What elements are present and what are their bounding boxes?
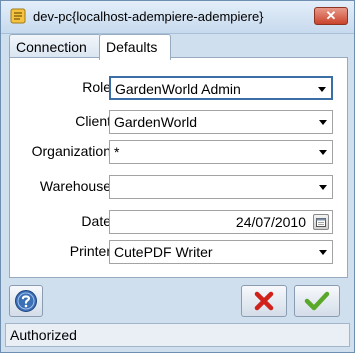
organization-label: Organization xyxy=(31,143,111,159)
status-bar: Authorized xyxy=(5,323,350,347)
date-label: Date xyxy=(81,213,111,229)
client-row: Client GardenWorld xyxy=(10,110,347,134)
app-icon xyxy=(10,8,26,24)
button-bar xyxy=(9,285,348,319)
printer-value: CutePDF Writer xyxy=(114,244,213,260)
chevron-down-icon xyxy=(319,120,327,125)
defaults-panel: Role GardenWorld Admin Client GardenWorl… xyxy=(9,57,348,278)
role-value: GardenWorld Admin xyxy=(115,81,241,97)
ok-button[interactable] xyxy=(294,285,340,317)
chevron-down-icon xyxy=(318,87,326,92)
organization-value: * xyxy=(114,144,120,160)
title-bar[interactable]: dev-pc{localhost-adempiere-adempiere} ✕ xyxy=(1,1,354,34)
chevron-down-icon xyxy=(319,185,327,190)
status-text: Authorized xyxy=(10,327,77,343)
window-title: dev-pc{localhost-adempiere-adempiere} xyxy=(33,9,264,24)
client-select[interactable]: GardenWorld xyxy=(109,110,333,134)
calendar-icon xyxy=(316,218,326,227)
ok-checkmark-icon xyxy=(304,291,330,311)
close-icon: ✕ xyxy=(325,8,337,23)
date-field[interactable]: 24/07/2010 xyxy=(109,210,333,234)
calendar-button[interactable] xyxy=(313,214,329,230)
chevron-down-icon xyxy=(319,250,327,255)
help-button[interactable] xyxy=(9,285,43,317)
warehouse-row: Warehouse xyxy=(10,175,347,199)
printer-row: Printer CutePDF Writer xyxy=(10,240,347,264)
printer-select[interactable]: CutePDF Writer xyxy=(109,240,333,264)
cancel-button[interactable] xyxy=(241,285,287,317)
cancel-x-icon xyxy=(254,291,274,311)
client-label: Client xyxy=(75,113,111,129)
login-dialog: dev-pc{localhost-adempiere-adempiere} ✕ … xyxy=(0,0,355,353)
printer-label: Printer xyxy=(69,243,111,259)
date-row: Date 24/07/2010 xyxy=(10,210,347,234)
role-row: Role GardenWorld Admin xyxy=(10,76,347,100)
close-button[interactable]: ✕ xyxy=(314,7,348,25)
tab-connection[interactable]: Connection xyxy=(9,34,101,58)
client-value: GardenWorld xyxy=(114,114,198,130)
tab-defaults[interactable]: Defaults xyxy=(99,34,171,60)
help-icon xyxy=(15,290,37,312)
organization-row: Organization * xyxy=(10,140,347,164)
role-select[interactable]: GardenWorld Admin xyxy=(109,76,333,100)
warehouse-label: Warehouse xyxy=(39,178,111,194)
date-value: 24/07/2010 xyxy=(235,214,306,230)
chevron-down-icon xyxy=(319,150,327,155)
organization-select[interactable]: * xyxy=(109,140,333,164)
warehouse-select[interactable] xyxy=(109,175,333,199)
role-label: Role xyxy=(82,79,111,95)
